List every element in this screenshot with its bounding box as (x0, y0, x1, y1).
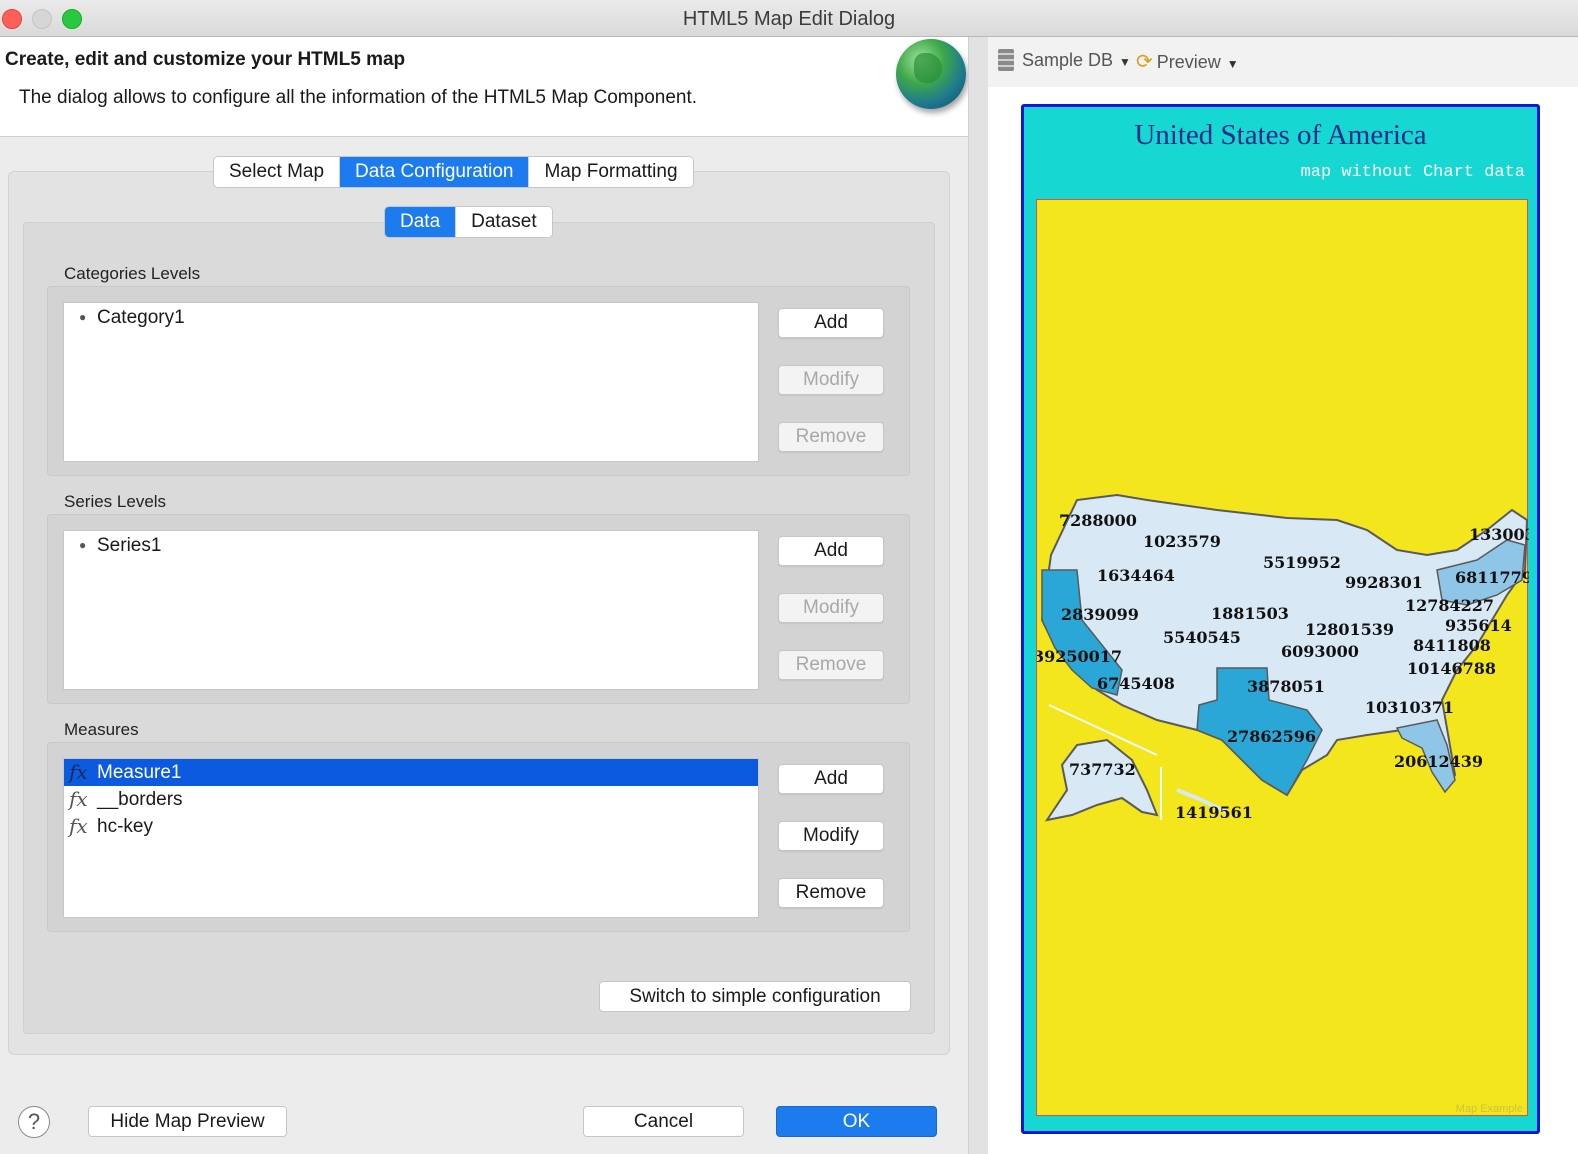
state-value-label: 133003 (1469, 525, 1529, 544)
tab-data-configuration[interactable]: Data Configuration (340, 157, 530, 187)
measures-list[interactable]: fx Measure1 fx __borders fx hc-key (63, 758, 759, 918)
tab-select-map[interactable]: Select Map (214, 157, 341, 187)
state-value-label: 5519952 (1263, 553, 1341, 572)
categories-modify-button[interactable]: Modify (778, 365, 884, 395)
tab-dataset[interactable]: Dataset (456, 207, 552, 237)
measures-remove-button[interactable]: Remove (778, 878, 884, 908)
categories-label: Categories Levels (64, 264, 201, 283)
state-value-label: 8411808 (1413, 636, 1491, 655)
function-icon: fx (69, 787, 88, 811)
measure-item-label: Measure1 (97, 762, 182, 783)
state-value-label: 2839099 (1061, 605, 1139, 624)
series-list[interactable]: ● Series1 (63, 530, 759, 690)
function-icon: fx (69, 760, 88, 784)
preview-icon: ⟳ (1136, 51, 1153, 73)
state-value-label: 12784227 (1405, 596, 1494, 615)
list-item[interactable]: fx __borders (64, 786, 758, 813)
state-value-label: 1023579 (1143, 532, 1221, 551)
state-value-label: 10310371 (1365, 698, 1454, 717)
state-value-label: 27862596 (1227, 727, 1316, 746)
title-bar: HTML5 Map Edit Dialog (0, 0, 1578, 37)
tab-map-formatting[interactable]: Map Formatting (529, 157, 693, 187)
categories-add-button[interactable]: Add (778, 308, 884, 338)
state-value-label: 1634464 (1097, 566, 1175, 585)
series-item-label: Series1 (97, 535, 162, 556)
database-icon (998, 49, 1014, 71)
preview-label: Preview (1156, 52, 1221, 72)
function-icon: fx (69, 814, 88, 838)
state-value-label: 20612439 (1394, 752, 1483, 771)
state-value-label: 10146788 (1407, 659, 1496, 678)
globe-icon (896, 39, 966, 109)
state-value-label: 5540545 (1163, 628, 1241, 647)
chevron-down-icon: ▼ (1226, 57, 1239, 71)
series-label: Series Levels (64, 492, 167, 511)
series-add-button[interactable]: Add (778, 536, 884, 566)
datasource-dropdown[interactable]: Sample DB ▼ (998, 49, 1131, 71)
list-item[interactable]: fx hc-key (64, 813, 758, 840)
measures-add-button[interactable]: Add (778, 764, 884, 794)
category-item-label: Category1 (97, 307, 185, 328)
map-credits[interactable]: Map Example (1456, 1103, 1523, 1115)
cancel-button[interactable]: Cancel (583, 1106, 744, 1137)
state-value-label: 6811779 (1455, 568, 1529, 587)
list-item[interactable]: fx Measure1 (64, 759, 758, 786)
state-value-label: 7288000 (1059, 511, 1137, 530)
series-modify-button[interactable]: Modify (778, 593, 884, 623)
state-value-label: 1419561 (1175, 803, 1253, 822)
series-remove-button[interactable]: Remove (778, 650, 884, 680)
header-description: The dialog allows to configure all the i… (19, 87, 698, 108)
bullet-icon: ● (79, 310, 87, 324)
state-value-label: 6745408 (1097, 674, 1175, 693)
map-plot-area: 7288000 1023579 5519952 133003 1634464 9… (1036, 199, 1529, 1116)
state-value-label: 1881503 (1211, 604, 1289, 623)
state-value-label: 39250017 (1037, 647, 1122, 666)
measure-item-label: __borders (97, 789, 183, 810)
categories-remove-button[interactable]: Remove (778, 422, 884, 452)
alaska-shape (1044, 738, 1159, 822)
state-value-label: 737732 (1069, 760, 1136, 779)
ok-button[interactable]: OK (776, 1106, 937, 1137)
datasource-label: Sample DB (1022, 50, 1114, 70)
measures-modify-button[interactable]: Modify (778, 821, 884, 851)
preview-dropdown[interactable]: ⟳ Preview ▼ (1136, 49, 1239, 74)
measures-label: Measures (64, 720, 139, 739)
header-title: Create, edit and customize your HTML5 ma… (5, 49, 406, 70)
tab-data[interactable]: Data (385, 207, 457, 237)
measure-item-label: hc-key (97, 816, 153, 837)
us-map: 7288000 1023579 5519952 133003 1634464 9… (1037, 493, 1529, 822)
state-value-label: 935614 (1445, 616, 1512, 635)
map-frame: United States of America map without Cha… (1021, 104, 1540, 1134)
map-title: United States of America (1134, 119, 1427, 151)
main-tabs: Select Map Data Configuration Map Format… (213, 156, 694, 188)
hide-map-preview-button[interactable]: Hide Map Preview (88, 1106, 287, 1137)
categories-list[interactable]: ● Category1 (63, 302, 759, 462)
dialog-header: Create, edit and customize your HTML5 ma… (0, 37, 968, 137)
state-value-label: 9928301 (1345, 573, 1423, 592)
map-subtitle: map without Chart data (1300, 163, 1525, 182)
state-value-label: 3878051 (1247, 677, 1325, 696)
window-title: HTML5 Map Edit Dialog (682, 8, 896, 30)
state-value-label: 12801539 (1305, 620, 1394, 639)
list-item[interactable]: ● Series1 (64, 532, 758, 559)
preview-toolbar: Sample DB ▼ ⟳ Preview ▼ (988, 37, 1578, 87)
bullet-icon: ● (79, 538, 87, 552)
splitter[interactable] (968, 37, 988, 1154)
sub-tabs: Data Dataset (384, 206, 553, 238)
list-item[interactable]: ● Category1 (64, 304, 758, 331)
switch-simple-config-button[interactable]: Switch to simple configuration (599, 981, 911, 1012)
state-value-label: 6093000 (1281, 642, 1359, 661)
chevron-down-icon: ▼ (1119, 55, 1131, 69)
help-icon[interactable]: ? (18, 1106, 50, 1138)
